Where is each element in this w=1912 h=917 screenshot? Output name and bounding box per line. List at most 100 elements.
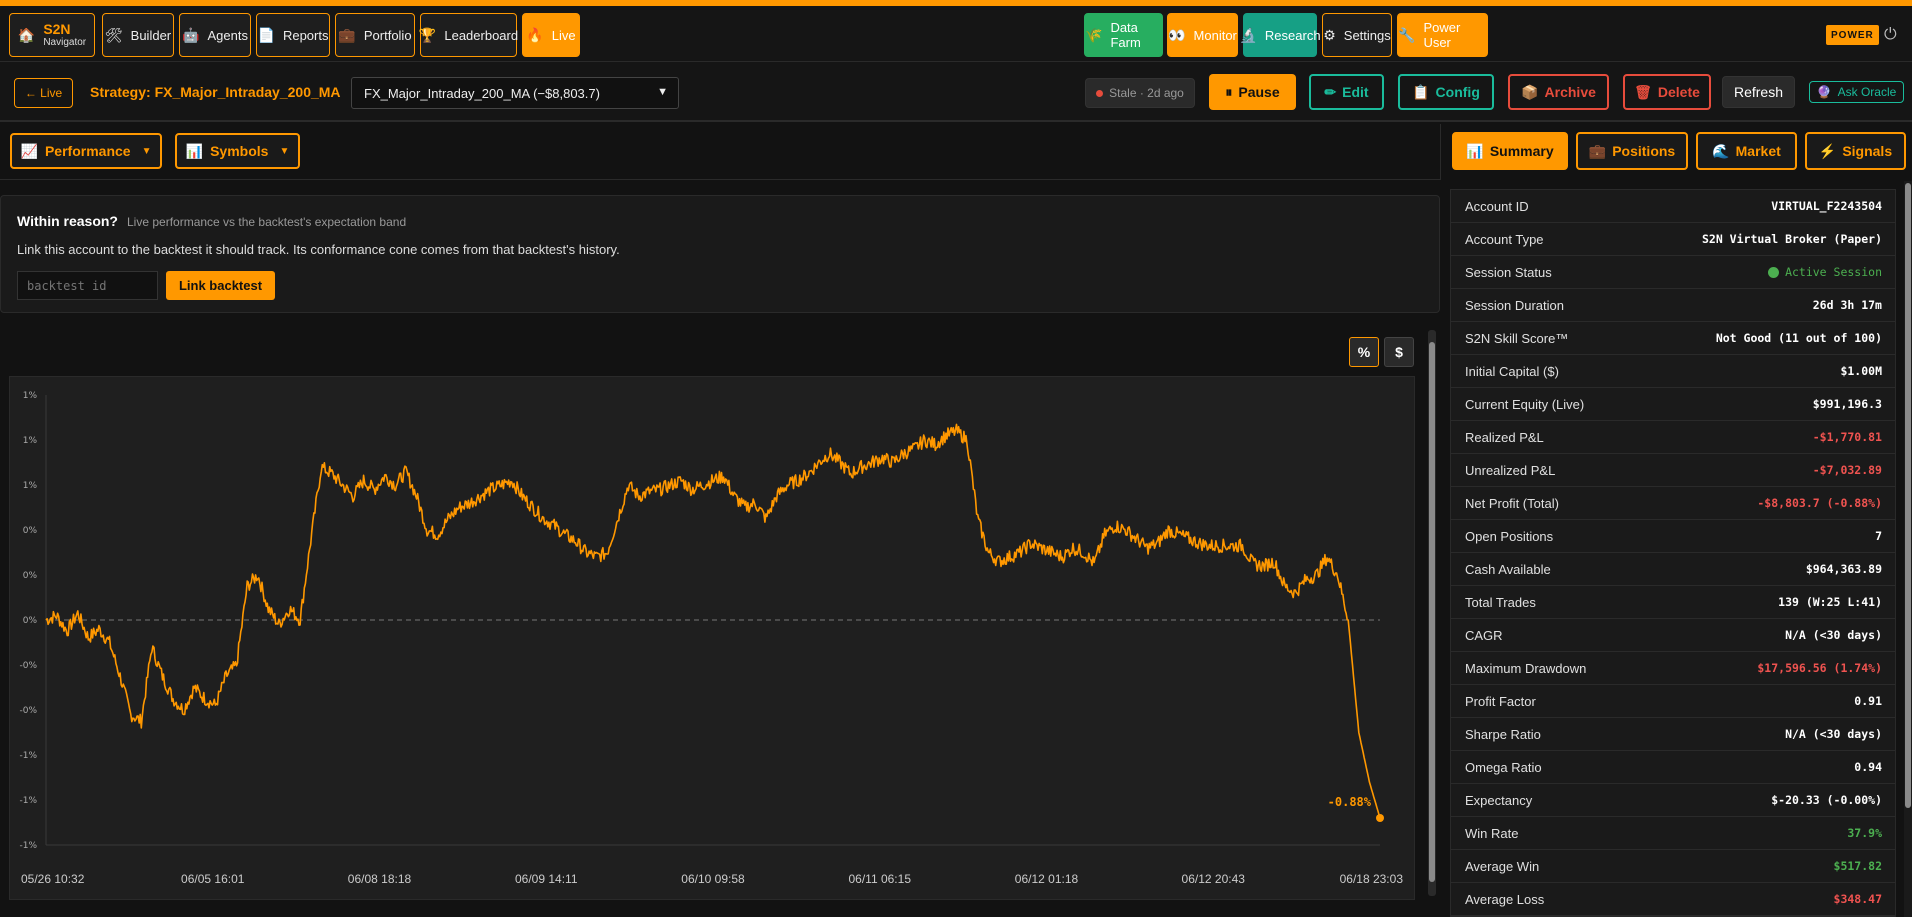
ask-oracle-button[interactable]: 🔮 Ask Oracle bbox=[1809, 81, 1904, 103]
tab-market[interactable]: 🌊 Market bbox=[1696, 132, 1797, 170]
summary-value: $17,596.56 (1.74%) bbox=[1757, 661, 1882, 675]
power-user-button[interactable]: 🔧 Power User bbox=[1397, 13, 1488, 57]
research-label: Research bbox=[1264, 27, 1321, 43]
backtest-id-input[interactable] bbox=[17, 271, 158, 300]
y-tick-label: -1% bbox=[19, 841, 37, 851]
link-backtest-button[interactable]: Link backtest bbox=[166, 271, 275, 300]
summary-table: Account ID VIRTUAL_F2243504 Account Type S2… bbox=[1450, 189, 1896, 917]
pause-label: Pause bbox=[1238, 84, 1280, 100]
summary-key: Net Profit (Total) bbox=[1465, 495, 1559, 511]
summary-row: Account ID VIRTUAL_F2243504 bbox=[1451, 190, 1895, 223]
status-dot-icon bbox=[1096, 89, 1104, 97]
left-scrollbar[interactable] bbox=[1428, 330, 1436, 896]
microscope-icon: 🔬 bbox=[1239, 27, 1257, 43]
summary-key: Initial Capital ($) bbox=[1465, 363, 1559, 379]
refresh-button[interactable]: Refresh bbox=[1722, 76, 1795, 108]
summary-value: -$8,803.7 (-0.88%) bbox=[1757, 496, 1882, 510]
research-button[interactable]: 🔬 Research bbox=[1239, 13, 1321, 57]
brand-title: S2N bbox=[43, 20, 71, 37]
chevron-down-icon: ▼ bbox=[657, 86, 668, 98]
trash-icon: 🗑 bbox=[1634, 83, 1652, 100]
wave-icon: 🌊 bbox=[1712, 142, 1730, 159]
summary-key: Win Rate bbox=[1465, 825, 1519, 841]
archive-button[interactable]: 📦 Archive bbox=[1508, 74, 1609, 110]
trophy-icon: 🏆 bbox=[418, 27, 437, 43]
nav-builder-button[interactable]: 🛠 Builder bbox=[102, 13, 174, 57]
nav-agents-button[interactable]: 🤖 Agents bbox=[179, 13, 251, 57]
summary-value: -$7,032.89 bbox=[1812, 463, 1882, 477]
settings-label: Settings bbox=[1343, 27, 1391, 43]
tools-icon: 🛠 bbox=[104, 27, 123, 43]
tab-summary-label: Summary bbox=[1489, 143, 1554, 159]
summary-key: Account Type bbox=[1465, 231, 1544, 247]
back-to-live-button[interactable]: ← Live bbox=[14, 78, 73, 108]
pause-button[interactable]: ⏸ Pause bbox=[1209, 74, 1296, 110]
power-icon[interactable]: ⏻ bbox=[1884, 26, 1897, 44]
delete-button[interactable]: 🗑 Delete bbox=[1623, 74, 1711, 110]
summary-value: 26d 3h 17m bbox=[1812, 298, 1882, 312]
summary-key: Omega Ratio bbox=[1465, 759, 1542, 775]
strategy-toolbar: ← Live Strategy: FX_Major_Intraday_200_M… bbox=[0, 62, 1912, 122]
stale-status-badge: Stale · 2d ago bbox=[1085, 78, 1195, 108]
summary-row: Average Win $517.82 bbox=[1451, 850, 1895, 883]
tab-positions[interactable]: 💼 Positions bbox=[1576, 132, 1688, 170]
summary-key: S2N Skill Score™ bbox=[1465, 330, 1569, 346]
edit-button[interactable]: ✏ Edit bbox=[1309, 74, 1384, 110]
crystal-ball-icon: 🔮 bbox=[1816, 85, 1832, 99]
summary-key: Cash Available bbox=[1465, 561, 1551, 577]
left-scrollbar-thumb[interactable] bbox=[1429, 342, 1435, 882]
left-subtabs: 📈 Performance ▼ 📊 Symbols ▼ bbox=[0, 124, 1440, 180]
within-reason-subtitle: Live performance vs the backtest's expec… bbox=[127, 215, 407, 229]
y-tick-label: 0% bbox=[23, 526, 38, 536]
nav-reports-button[interactable]: 📄 Reports bbox=[256, 13, 330, 57]
bar-chart-icon: 📊 bbox=[1466, 142, 1484, 159]
summary-row: Net Profit (Total) -$8,803.7 (-0.88%) bbox=[1451, 487, 1895, 520]
y-tick-label: 0% bbox=[23, 616, 38, 626]
tab-symbols[interactable]: 📊 Symbols ▼ bbox=[175, 133, 300, 169]
caret-down-icon: ▼ bbox=[141, 145, 152, 157]
tab-performance[interactable]: 📈 Performance ▼ bbox=[10, 133, 162, 169]
right-scrollbar[interactable] bbox=[1904, 181, 1912, 917]
robot-icon: 🤖 bbox=[182, 27, 200, 43]
caret-down-icon: ▼ bbox=[279, 145, 290, 157]
x-tick-label: 06/18 23:03 bbox=[1340, 872, 1404, 886]
tab-summary[interactable]: 📊 Summary bbox=[1452, 132, 1568, 170]
data-farm-label: Data Farm bbox=[1110, 20, 1141, 50]
settings-button[interactable]: ⚙ Settings bbox=[1322, 13, 1392, 57]
summary-value: 0.94 bbox=[1854, 760, 1882, 774]
summary-key: Maximum Drawdown bbox=[1465, 660, 1587, 676]
brand-home-button[interactable]: 🏠 S2N Navigator bbox=[9, 13, 95, 57]
data-farm-button[interactable]: 🌾 Data Farm bbox=[1084, 13, 1163, 57]
config-button[interactable]: 📋 Config bbox=[1398, 74, 1494, 110]
nav-leaderboard-button[interactable]: 🏆 Leaderboard bbox=[418, 13, 518, 57]
nav-live-button[interactable]: 🔥 Live bbox=[522, 13, 580, 57]
nav-portfolio-button[interactable]: 💼 Portfolio bbox=[335, 13, 415, 57]
right-scrollbar-thumb[interactable] bbox=[1905, 183, 1911, 808]
gear-icon: ⚙ bbox=[1323, 27, 1336, 43]
pause-icon: ⏸ bbox=[1225, 83, 1233, 100]
summary-key: Account ID bbox=[1465, 198, 1529, 214]
home-icon: 🏠 bbox=[17, 27, 36, 43]
summary-key: Current Equity (Live) bbox=[1465, 396, 1585, 412]
strategy-select[interactable]: FX_Major_Intraday_200_MA (−$8,803.7) ▼ bbox=[351, 77, 679, 109]
stale-label: Stale · 2d ago bbox=[1109, 86, 1184, 100]
summary-row: Sharpe Ratio N/A (<30 days) bbox=[1451, 718, 1895, 751]
dollar-toggle-button[interactable]: $ bbox=[1384, 337, 1414, 367]
summary-value: Active Session bbox=[1768, 265, 1882, 279]
summary-key: Expectancy bbox=[1465, 792, 1533, 808]
briefcase-icon: 💼 bbox=[1588, 142, 1607, 159]
tab-positions-label: Positions bbox=[1612, 143, 1676, 159]
summary-value: $348.47 bbox=[1833, 892, 1882, 906]
y-tick-label: -0% bbox=[19, 661, 37, 671]
power-badge: POWER bbox=[1826, 25, 1879, 45]
x-tick-label: 06/12 20:43 bbox=[1182, 872, 1246, 886]
tab-signals[interactable]: ⚡ Signals bbox=[1805, 132, 1906, 170]
summary-value: 139 (W:25 L:41) bbox=[1778, 595, 1882, 609]
x-tick-label: 06/10 09:58 bbox=[681, 872, 745, 886]
chart-up-icon: 📈 bbox=[20, 142, 38, 159]
eyes-icon: 👀 bbox=[1168, 27, 1186, 43]
monitor-button[interactable]: 👀 Monitor bbox=[1167, 13, 1238, 57]
within-reason-title: Within reason? bbox=[17, 213, 118, 229]
nav-builder-label: Builder bbox=[130, 27, 172, 43]
percent-toggle-button[interactable]: % bbox=[1349, 337, 1379, 367]
